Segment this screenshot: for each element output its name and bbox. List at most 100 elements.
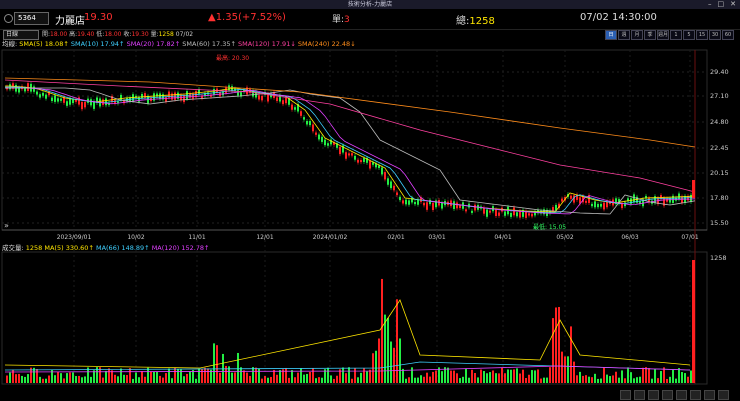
volume-bar	[213, 343, 215, 383]
volume-bar	[621, 370, 623, 383]
sma60-line	[5, 87, 696, 215]
volume-bar	[612, 375, 614, 383]
volume-bar	[579, 371, 581, 383]
zoom-out-icon[interactable]	[648, 390, 659, 400]
candle-body	[660, 195, 662, 199]
volume-bar	[138, 377, 140, 383]
scroll-left-icon[interactable]	[620, 390, 631, 400]
price-tick: 17.80	[710, 194, 729, 202]
volume-bar	[24, 376, 26, 383]
candle-body	[306, 120, 308, 125]
time-tick: 06/03	[621, 234, 639, 241]
volume-bar	[240, 367, 242, 383]
candle-body	[345, 152, 347, 159]
time-tick: 03/01	[428, 234, 446, 241]
volume-bar	[516, 368, 518, 383]
volume-bar	[237, 352, 239, 383]
volume-bar	[309, 372, 311, 383]
expand-icon[interactable]: »	[4, 221, 9, 230]
volume-bar	[426, 372, 428, 383]
candle-body	[423, 202, 425, 206]
candle-body	[291, 104, 293, 110]
volume-bar	[72, 372, 74, 383]
volume-bar	[645, 367, 647, 383]
volume-bar	[675, 378, 677, 383]
volume-bar	[120, 368, 122, 383]
volume-bar	[135, 372, 137, 383]
candle-body	[72, 99, 74, 104]
fit-icon[interactable]	[704, 390, 715, 400]
volume-bar	[333, 378, 335, 383]
volume-bar	[36, 369, 38, 383]
vol-ma5-line	[4, 299, 691, 369]
volume-bar	[39, 376, 41, 383]
volume-bar	[363, 368, 365, 383]
volume-bar	[6, 375, 8, 383]
candle-body	[489, 210, 491, 213]
volume-bar	[192, 369, 194, 383]
volume-bar	[549, 367, 551, 383]
volume-bar	[21, 375, 23, 383]
volume-bar	[270, 376, 272, 383]
menu-icon[interactable]	[718, 390, 729, 400]
volume-bar	[78, 375, 80, 383]
candle-body	[84, 102, 86, 108]
candle-body	[429, 199, 431, 205]
candle-body	[600, 203, 602, 207]
volume-bar	[624, 378, 626, 383]
candle-body	[312, 124, 314, 132]
volume-bar	[207, 368, 209, 383]
volume-bar	[147, 367, 149, 383]
volume-bar	[108, 368, 110, 383]
candle-body	[594, 201, 596, 208]
volume-bar	[129, 368, 131, 383]
candle-body	[603, 202, 605, 210]
candle-body	[585, 200, 587, 203]
volume-bar	[330, 375, 332, 383]
time-tick: 07/01	[681, 234, 699, 241]
volume-bar	[522, 369, 524, 383]
volume-bar	[327, 367, 329, 383]
candle-body	[225, 87, 227, 93]
volume-bar	[351, 378, 353, 383]
volume-bar	[93, 370, 95, 383]
volume-bar	[480, 369, 482, 383]
volume-bar	[531, 370, 533, 383]
candle-body	[405, 199, 407, 205]
stock-chart[interactable]	[0, 0, 740, 401]
volume-bar	[666, 378, 668, 383]
candle-body	[213, 88, 215, 95]
volume-bar	[69, 372, 71, 383]
price-tick: 22.45	[710, 144, 729, 152]
volume-bar	[483, 371, 485, 383]
candle-body	[90, 99, 92, 106]
sma10-line	[5, 86, 696, 214]
zoom-in-icon[interactable]	[634, 390, 645, 400]
volume-bar	[171, 378, 173, 383]
volume-bar	[429, 376, 431, 383]
candle-body	[360, 160, 362, 163]
volume-bar	[27, 374, 29, 383]
price-tick: 24.80	[710, 118, 729, 126]
volume-bar	[195, 378, 197, 383]
candle-body	[531, 213, 533, 217]
volume-bar	[159, 375, 161, 383]
candle-body	[141, 94, 143, 99]
low-annotation: 最低: 15.05	[533, 224, 567, 231]
volume-bar	[642, 367, 644, 383]
volume-bar	[390, 341, 392, 383]
scroll-right-icon[interactable]	[662, 390, 673, 400]
candle-body	[498, 212, 500, 216]
candle-body	[24, 88, 26, 92]
candle-body	[381, 167, 383, 175]
candle-body	[453, 201, 455, 209]
volume-bar	[162, 377, 164, 383]
volume-bar	[357, 377, 359, 383]
candle-body	[45, 94, 47, 99]
reset-icon[interactable]	[676, 390, 687, 400]
candle-body	[516, 212, 518, 217]
volume-bar	[582, 375, 584, 383]
volume-bar	[204, 367, 206, 383]
end-icon[interactable]	[690, 390, 701, 400]
volume-bar	[507, 369, 509, 383]
